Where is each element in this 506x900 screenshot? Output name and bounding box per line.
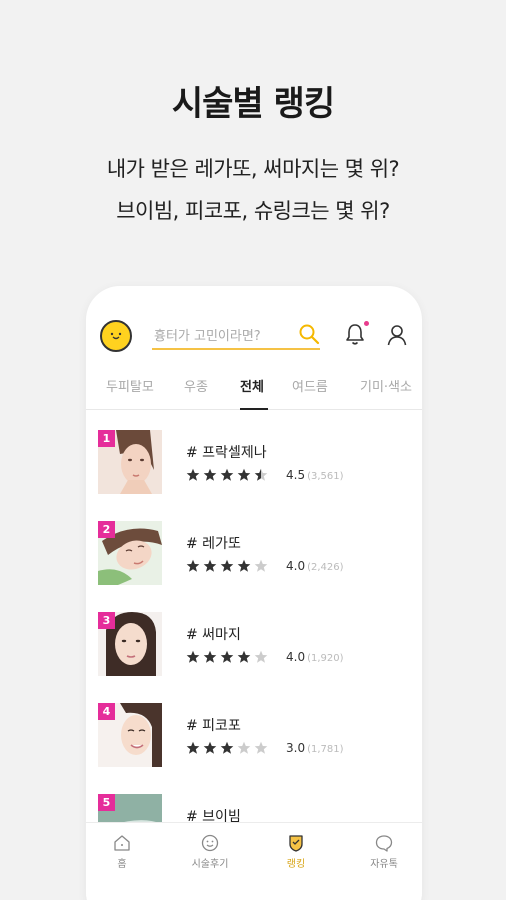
- star-icon: [237, 741, 251, 754]
- treatment-name: # 써마지: [186, 627, 241, 643]
- person-icon[interactable]: [386, 323, 408, 347]
- star-rating: [186, 650, 271, 666]
- smile-icon: [201, 834, 219, 852]
- review-count: (1,781): [307, 744, 344, 755]
- rating-score: 3.0 (1,781): [286, 741, 344, 755]
- search-placeholder: 흉터가 고민이라면?: [154, 329, 261, 344]
- star-rating: [186, 468, 271, 484]
- review-count: (1,920): [307, 653, 344, 664]
- star-icon: [203, 468, 217, 481]
- star-icon: [254, 468, 268, 481]
- star-icon: [254, 741, 268, 754]
- search-icon[interactable]: [298, 323, 320, 345]
- nav-freetalk[interactable]: 자유톡: [344, 833, 422, 870]
- star-icon: [186, 741, 200, 754]
- star-icon: [220, 468, 234, 481]
- smile-face-logo-icon[interactable]: [100, 320, 132, 352]
- nav-reviews-label: 시술후기: [191, 859, 229, 870]
- treatment-name: # 레가또: [186, 536, 241, 552]
- star-icon: [203, 650, 217, 663]
- search-field[interactable]: 흉터가 고민이라면?: [152, 322, 320, 350]
- ranking-item[interactable]: 2 # 레가또 4.0 (2,426): [86, 501, 422, 591]
- treatment-name: # 프락셀제나: [186, 445, 267, 461]
- review-count: (3,561): [307, 471, 344, 482]
- rank-badge: 3: [98, 612, 115, 629]
- nav-reviews[interactable]: 시술후기: [170, 833, 250, 870]
- rank-badge: 1: [98, 430, 115, 447]
- star-icon: [203, 741, 217, 754]
- star-icon: [237, 650, 251, 663]
- star-rating: [186, 741, 271, 757]
- treatment-name: # 피코포: [186, 718, 241, 734]
- nav-freetalk-label: 자유톡: [370, 859, 398, 870]
- tab-acne[interactable]: 여드름: [292, 376, 328, 395]
- star-icon: [203, 559, 217, 572]
- rating-score: 4.0 (1,920): [286, 650, 344, 664]
- tab-scalp-hairloss[interactable]: 두피탈모: [106, 376, 154, 395]
- star-icon: [186, 468, 200, 481]
- ranking-item[interactable]: 4 # 피코포 3.0 (1,781): [86, 683, 422, 773]
- app-header: 흉터가 고민이라면?: [86, 286, 422, 376]
- tab-pigmentation[interactable]: 기미·색소: [360, 376, 412, 395]
- promo-title: 시술별 랭킹: [171, 84, 335, 124]
- promo-subtitle-line2: 브이빔, 피코포, 슈링크는 몇 위?: [116, 199, 390, 223]
- review-count: (2,426): [307, 562, 344, 573]
- star-icon: [220, 741, 234, 754]
- star-icon: [237, 468, 251, 481]
- star-icon: [220, 650, 234, 663]
- star-icon: [186, 650, 200, 663]
- chat-icon: [375, 835, 393, 852]
- nav-home[interactable]: 홈: [86, 833, 162, 870]
- home-icon: [114, 835, 130, 851]
- category-tabs: 두피탈모 우종 전체 여드름 기미·색소: [86, 366, 422, 410]
- phone-screen: 흉터가 고민이라면? 두피탈모 우종 전체 여드름 기미·색소 1 # 프락셀제…: [86, 286, 422, 900]
- nav-home-label: 홈: [117, 859, 127, 870]
- ranking-item[interactable]: 1 # 프락셀제나 4.5 (3,561): [86, 410, 422, 500]
- promo-subtitle-line1: 내가 받은 레가또, 써마지는 몇 위?: [106, 157, 400, 181]
- ranking-icon: [289, 835, 303, 852]
- rating-score: 4.5 (3,561): [286, 468, 344, 482]
- star-icon: [254, 650, 268, 663]
- tab-all[interactable]: 전체: [240, 376, 264, 395]
- rank-badge: 4: [98, 703, 115, 720]
- nav-ranking[interactable]: 랭킹: [256, 833, 336, 870]
- rank-badge: 2: [98, 521, 115, 538]
- rating-score: 4.0 (2,426): [286, 559, 344, 573]
- nav-ranking-label: 랭킹: [286, 859, 306, 870]
- rank-badge: 5: [98, 794, 115, 811]
- ranking-item[interactable]: 3 # 써마지 4.0 (1,920): [86, 592, 422, 682]
- star-rating: [186, 559, 271, 575]
- bottom-navigation: 홈 시술후기 랭킹 자유톡: [86, 822, 422, 900]
- tab-category-2[interactable]: 우종: [184, 376, 208, 395]
- bell-icon[interactable]: [344, 322, 366, 346]
- star-icon: [254, 559, 268, 572]
- star-icon: [186, 559, 200, 572]
- notification-dot: [364, 321, 369, 326]
- star-icon: [220, 559, 234, 572]
- star-icon: [237, 559, 251, 572]
